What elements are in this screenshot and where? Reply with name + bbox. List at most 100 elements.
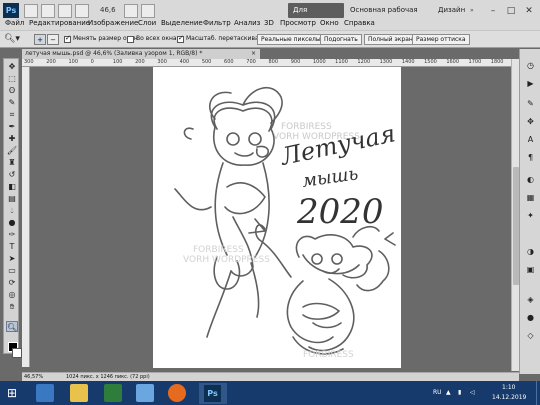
character-panel-icon[interactable]: A — [524, 133, 537, 146]
gradient-tool-icon[interactable]: ▤ — [6, 193, 18, 204]
menu-window[interactable]: Окно — [320, 19, 339, 27]
paths-panel-icon[interactable]: ◇ — [524, 329, 537, 342]
close-window-button[interactable]: ✕ — [520, 4, 538, 18]
clone-source-icon[interactable]: ✥ — [524, 115, 537, 128]
scrubby-zoom-checkbox[interactable] — [177, 34, 184, 43]
ruler-tick-label: 1500 — [424, 59, 437, 65]
all-windows-checkbox[interactable] — [127, 36, 134, 43]
menu-select[interactable]: Выделение — [161, 19, 203, 27]
show-desktop-button[interactable] — [536, 381, 540, 405]
watermark-4: VORH WORDPRESS — [183, 255, 270, 265]
screen-mode-icon[interactable] — [141, 4, 155, 18]
3d-rotate-tool-icon[interactable]: ⟳ — [6, 277, 18, 288]
move-tool-icon[interactable]: ✥ — [6, 61, 18, 72]
color-panel-icon[interactable]: ◐ — [524, 173, 537, 186]
clock-date[interactable]: 14.12.2019 — [492, 394, 526, 401]
menu-view[interactable]: Просмотр — [280, 19, 316, 27]
close-document-icon[interactable]: × — [251, 49, 256, 59]
language-indicator[interactable]: RU — [433, 389, 442, 396]
maximize-button[interactable]: □ — [502, 4, 520, 18]
ruler-tick-label: 1200 — [357, 59, 371, 65]
dodge-tool-icon[interactable]: ● — [6, 217, 18, 228]
app-icon-1[interactable] — [104, 384, 122, 402]
firefox-icon[interactable] — [168, 384, 186, 402]
photoshop-taskbar-button[interactable]: Ps — [199, 383, 227, 404]
minimize-button[interactable]: – — [484, 4, 502, 18]
tray-arrow-icon[interactable]: ▲ — [446, 389, 451, 396]
path-selection-tool-icon[interactable]: ➤ — [6, 253, 18, 264]
brush-presets-icon[interactable]: ✎ — [524, 97, 537, 110]
menu-image[interactable]: Изображение — [88, 19, 138, 27]
3d-orbit-tool-icon[interactable]: ◎ — [6, 289, 18, 300]
actions-panel-icon[interactable]: ▶ — [524, 77, 537, 90]
hand-tool-icon[interactable] — [75, 4, 89, 18]
history-brush-tool-icon[interactable]: ↺ — [6, 169, 18, 180]
blur-tool-icon[interactable]: 💧︎ — [6, 205, 18, 216]
clone-stamp-tool-icon[interactable]: ♜ — [6, 157, 18, 168]
healing-brush-tool-icon[interactable]: ✚ — [6, 133, 18, 144]
menu-edit[interactable]: Редактирование — [29, 19, 90, 27]
volume-icon[interactable]: ◁ — [470, 389, 475, 396]
pen-tool-icon[interactable]: ✑ — [6, 229, 18, 240]
styles-panel-icon[interactable]: ✦ — [524, 209, 537, 222]
lasso-tool-icon[interactable]: ʘ — [6, 85, 18, 96]
document-tab[interactable]: летучая мышь.psd @ 46,6% (Заливка узором… — [22, 49, 260, 59]
swatches-panel-icon[interactable]: ▦ — [524, 191, 537, 204]
layers-panel-icon[interactable]: ◈ — [524, 293, 537, 306]
zoom-level-display[interactable]: 46,6 — [100, 6, 116, 14]
ruler-tick-label: 1400 — [401, 59, 415, 65]
app-icon-2[interactable] — [136, 384, 154, 402]
arrange-documents-icon[interactable] — [124, 4, 138, 18]
clock-time[interactable]: 1:10 — [502, 384, 515, 391]
file-explorer-icon[interactable] — [70, 384, 88, 402]
eyedropper-tool-icon[interactable]: ✒ — [6, 121, 18, 132]
ruler-tick-label: 900 — [290, 59, 301, 65]
adjustments-panel-icon[interactable]: ◑ — [524, 245, 537, 258]
menu-layers[interactable]: Слои — [138, 19, 156, 27]
fit-screen-button[interactable]: Подогнать — [320, 34, 362, 45]
type-tool-icon[interactable]: T — [6, 241, 18, 252]
zoom-out-icon[interactable]: − — [47, 34, 59, 45]
menu-help[interactable]: Справка — [344, 19, 375, 27]
all-windows-label: Во всех окнах — [136, 35, 181, 42]
menu-3d[interactable]: 3D — [264, 19, 274, 27]
zoom-in-icon[interactable]: + — [34, 34, 46, 45]
workspace-essentials-button[interactable]: Основная рабочая среда — [345, 3, 427, 29]
menu-file[interactable]: Файл — [5, 19, 24, 27]
bat-artwork: FORBIRESS VORH WORDPRESS FORBIRESS VORH … — [174, 86, 398, 360]
brush-tool-icon[interactable]: 🖌︎ — [6, 145, 18, 156]
print-size-button[interactable]: Размер оттиска — [412, 34, 470, 45]
bridge-icon[interactable] — [24, 4, 38, 18]
crop-tool-icon[interactable]: ⌗ — [6, 109, 18, 120]
zoom-tool-preset-icon[interactable]: 🔍︎▾ — [4, 33, 26, 46]
workspace-more-icon[interactable]: » — [470, 7, 474, 14]
vertical-scrollbar[interactable] — [511, 59, 519, 371]
marquee-tool-icon[interactable]: ⬚ — [6, 73, 18, 84]
windows-start-icon[interactable]: ⊞ — [3, 384, 21, 402]
quick-selection-tool-icon[interactable]: ✎ — [6, 97, 18, 108]
workspace-design-button[interactable]: Дизайн — [433, 3, 469, 18]
full-screen-button[interactable]: Полный экран — [364, 34, 417, 45]
actual-pixels-button[interactable]: Реальные пикселы — [257, 34, 325, 45]
mini-bridge-icon[interactable] — [41, 4, 55, 18]
vertical-ruler — [22, 67, 30, 367]
network-icon[interactable]: ▮ — [458, 389, 461, 396]
ie-icon[interactable] — [36, 384, 54, 402]
menu-analysis[interactable]: Анализ — [234, 19, 260, 27]
hand-tool-icon[interactable]: ✋︎ — [6, 301, 18, 312]
menu-filter[interactable]: Фильтр — [203, 19, 231, 27]
shape-tool-icon[interactable]: ▭ — [6, 265, 18, 276]
ruler-tick-label: 1000 — [312, 59, 326, 65]
guides-icon[interactable] — [58, 4, 72, 18]
eraser-tool-icon[interactable]: ◧ — [6, 181, 18, 192]
masks-panel-icon[interactable]: ▣ — [524, 263, 537, 276]
history-panel-icon[interactable]: ◷ — [524, 59, 537, 72]
ruler-tick-label: 200 — [46, 59, 56, 65]
zoom-tool-icon[interactable]: 🔍︎ — [6, 321, 18, 332]
paragraph-panel-icon[interactable]: ¶ — [524, 151, 537, 164]
workspace-painting-button[interactable]: Для рисования — [288, 3, 344, 29]
background-color-swatch[interactable] — [12, 348, 22, 358]
channels-panel-icon[interactable]: ● — [524, 311, 537, 324]
resize-windows-checkbox[interactable] — [64, 34, 71, 43]
document-canvas[interactable]: FORBIRESS VORH WORDPRESS FORBIRESS VORH … — [153, 67, 401, 368]
